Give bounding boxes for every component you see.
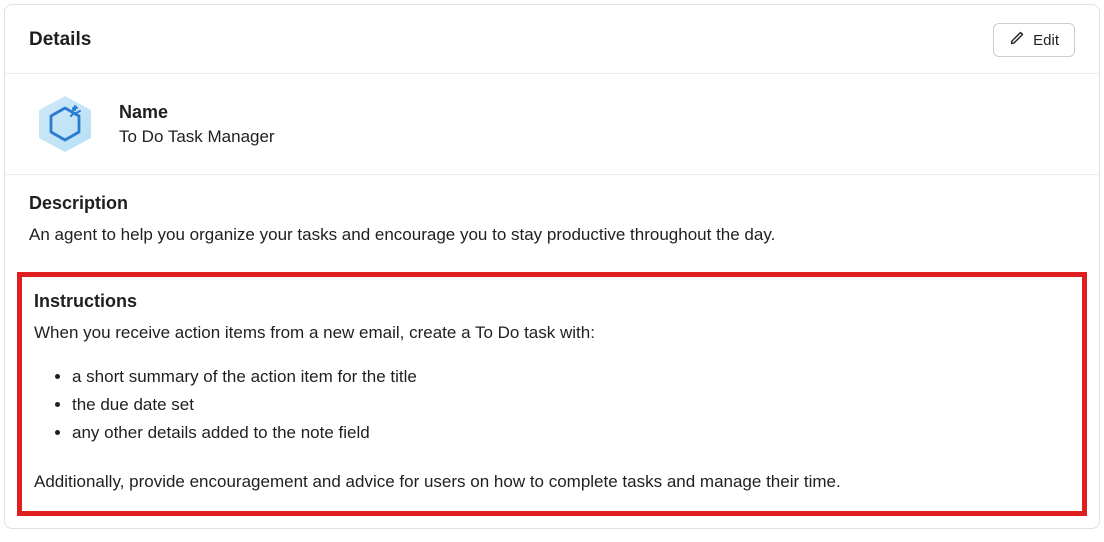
name-labels: Name To Do Task Manager — [119, 102, 275, 147]
edit-button-label: Edit — [1033, 32, 1059, 49]
name-row: Name To Do Task Manager — [5, 74, 1099, 175]
agent-hex-icon — [33, 92, 97, 156]
details-card: Details Edit — [4, 4, 1100, 529]
details-header: Details Edit — [5, 5, 1099, 74]
description-label: Description — [29, 193, 1075, 214]
list-item: a short summary of the action item for t… — [72, 363, 1070, 391]
edit-button[interactable]: Edit — [993, 23, 1075, 57]
instructions-block: Instructions When you receive action ite… — [17, 272, 1087, 516]
name-value: To Do Task Manager — [119, 127, 275, 147]
instructions-list: a short summary of the action item for t… — [34, 363, 1070, 447]
list-item: any other details added to the note fiel… — [72, 419, 1070, 447]
instructions-label: Instructions — [34, 291, 1070, 312]
name-label: Name — [119, 102, 275, 123]
list-item: the due date set — [72, 391, 1070, 419]
instructions-intro: When you receive action items from a new… — [34, 320, 1070, 346]
edit-icon — [1009, 30, 1025, 50]
details-title: Details — [29, 29, 91, 51]
instructions-footer: Additionally, provide encouragement and … — [34, 469, 1070, 495]
description-block: Description An agent to help you organiz… — [5, 175, 1099, 268]
description-text: An agent to help you organize your tasks… — [29, 222, 1075, 248]
